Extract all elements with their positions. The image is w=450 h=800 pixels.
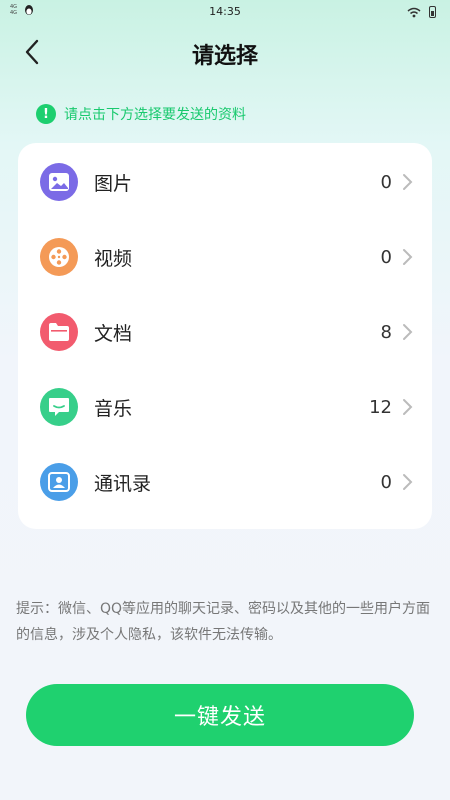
chat-bubble-icon (40, 388, 78, 426)
category-label: 文档 (94, 322, 133, 345)
contact-card-icon (40, 463, 78, 501)
category-row-videos[interactable]: 视频 0 (18, 225, 432, 289)
category-count: 12 (369, 396, 392, 418)
send-all-button[interactable]: 一键发送 (26, 684, 414, 746)
chevron-right-icon (403, 399, 413, 415)
category-row-contacts[interactable]: 通讯录 0 (18, 450, 432, 514)
image-icon (40, 163, 78, 201)
page-title: 请选择 (191, 44, 258, 69)
chevron-right-icon (403, 174, 413, 190)
category-card: 图片 0 视频 0 文档 8 音乐 12 通讯录 0 (18, 143, 432, 529)
category-label: 通讯录 (94, 472, 152, 495)
category-label: 音乐 (94, 397, 133, 420)
category-count: 0 (380, 246, 392, 268)
hint-text: 请点击下方选择要发送的资料 (64, 107, 246, 123)
battery-icon (429, 6, 436, 18)
info-icon: ! (36, 104, 56, 124)
hint-banner: ! 请点击下方选择要发送的资料 (36, 104, 246, 124)
privacy-tip: 提示：微信、QQ等应用的聊天记录、密码以及其他的一些用户方面的信息，涉及个人隐私… (16, 601, 431, 643)
category-count: 8 (380, 321, 392, 343)
category-count: 0 (380, 471, 392, 493)
status-bar: 4G 4G 14:35 (0, 0, 450, 24)
chevron-right-icon (403, 324, 413, 340)
category-label: 图片 (94, 172, 133, 195)
category-row-documents[interactable]: 文档 8 (18, 300, 432, 364)
film-reel-icon (40, 238, 78, 276)
status-time: 14:35 (209, 5, 241, 18)
chevron-right-icon (403, 474, 413, 490)
category-row-music[interactable]: 音乐 12 (18, 375, 432, 439)
wifi-icon (407, 7, 421, 17)
folder-icon (40, 313, 78, 351)
category-count: 0 (380, 171, 392, 193)
category-label: 视频 (94, 247, 133, 270)
status-right (407, 6, 436, 18)
chevron-right-icon (403, 249, 413, 265)
category-row-images[interactable]: 图片 0 (18, 150, 432, 214)
